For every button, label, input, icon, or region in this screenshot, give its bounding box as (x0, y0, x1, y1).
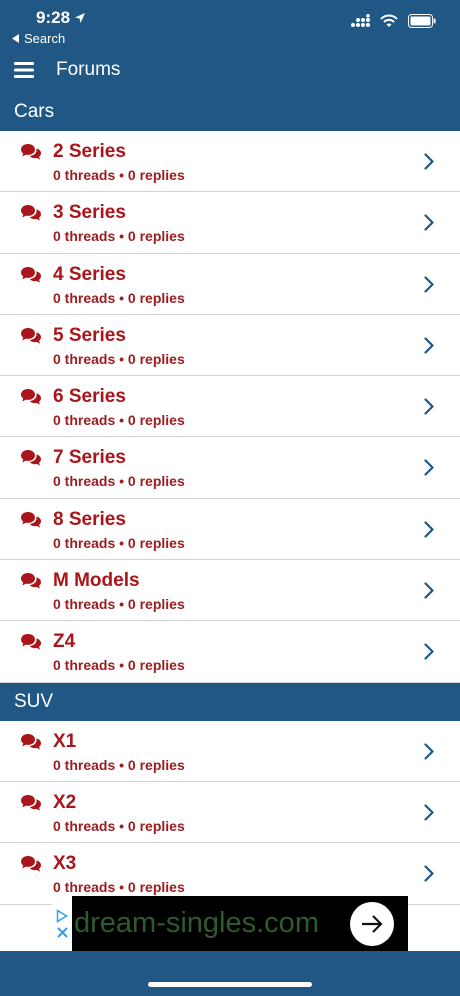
chevron-right-icon (424, 743, 434, 760)
top-bar: 9:28 Search Forums (0, 0, 460, 92)
status-time: 9:28 (36, 8, 86, 28)
section-header-cars: Cars (0, 92, 460, 131)
forum-row[interactable]: 4 Series 0 threads • 0 replies (0, 253, 460, 315)
forum-title: X3 (53, 853, 77, 875)
forum-row[interactable]: 8 Series 0 threads • 0 replies (0, 498, 460, 561)
cars-forum-list: 2 Series 0 threads • 0 replies 3 Series 0 t… (0, 131, 460, 683)
time-text: 9:28 (36, 8, 71, 27)
arrow-right-icon (362, 914, 383, 933)
chevron-right-icon (424, 865, 434, 882)
bottom-bar (0, 951, 460, 996)
chevron-right-icon (424, 459, 434, 477)
status-icons (350, 14, 436, 28)
ad-banner[interactable]: dream-singles.com (52, 896, 408, 951)
forum-stats: 0 threads • 0 replies (53, 657, 185, 674)
forum-row[interactable]: 2 Series 0 threads • 0 replies (0, 131, 460, 193)
back-label: Search (24, 31, 66, 46)
battery-icon (408, 14, 436, 28)
chat-bubbles-icon (21, 573, 41, 589)
chevron-right-icon (424, 398, 434, 415)
nav-bar: Forums (0, 48, 460, 92)
hamburger-menu-icon[interactable] (14, 62, 34, 78)
ad-text[interactable]: dream-singles.com (74, 907, 350, 940)
status-bar: 9:28 Search (0, 0, 460, 48)
back-to-search[interactable]: Search (12, 31, 65, 46)
section-header-suv: SUV (0, 682, 460, 721)
forum-title: 7 Series (53, 447, 126, 469)
forum-row[interactable]: X1 0 threads • 0 replies (0, 720, 460, 782)
forum-row[interactable]: 7 Series 0 threads • 0 replies (0, 437, 460, 499)
chat-bubbles-icon (21, 733, 41, 750)
chevron-right-icon (424, 275, 434, 293)
wifi-icon (380, 14, 398, 27)
forum-stats: 0 threads • 0 replies (53, 350, 185, 367)
chevron-right-icon (424, 153, 434, 170)
forum-stats: 0 threads • 0 replies (53, 289, 185, 306)
forum-title: Z4 (53, 631, 76, 653)
forum-stats: 0 threads • 0 replies (53, 473, 185, 490)
forum-stats: 0 threads • 0 replies (53, 167, 185, 183)
ad-arrow-button[interactable] (350, 901, 394, 946)
forum-stats: 0 threads • 0 replies (53, 596, 185, 613)
forum-row[interactable]: X2 0 threads • 0 replies (0, 781, 460, 844)
chat-bubbles-icon (21, 144, 41, 160)
location-arrow-icon (75, 13, 86, 23)
page-title: Forums (56, 59, 121, 80)
forum-title: 3 Series (53, 202, 126, 224)
ad-close-icon[interactable] (56, 927, 68, 938)
suv-forum-list: X1 0 threads • 0 replies X2 0 threads • 0 r… (0, 720, 460, 905)
forum-title: 4 Series (53, 263, 126, 285)
chevron-right-icon (424, 582, 434, 599)
forum-row[interactable]: 6 Series 0 threads • 0 replies (0, 376, 460, 438)
forum-row[interactable]: Z4 0 threads • 0 replies (0, 621, 460, 683)
chat-bubbles-icon (21, 389, 41, 405)
chevron-right-icon (424, 337, 434, 354)
forum-title: M Models (53, 570, 140, 592)
chat-bubbles-icon (21, 794, 41, 811)
forum-row[interactable]: 5 Series 0 threads • 0 replies (0, 314, 460, 377)
chat-bubbles-icon (21, 266, 41, 283)
forum-stats: 0 threads • 0 replies (53, 817, 185, 834)
chat-bubbles-icon (21, 511, 41, 528)
forum-stats: 0 threads • 0 replies (53, 756, 185, 773)
adchoices-play-icon[interactable] (56, 909, 68, 923)
home-indicator[interactable] (148, 982, 312, 987)
forum-title: 5 Series (53, 324, 126, 346)
forum-title: X1 (53, 730, 77, 752)
chat-bubbles-icon (21, 450, 41, 467)
forum-title: 2 Series (53, 141, 126, 162)
forum-title: 8 Series (53, 508, 126, 530)
chevron-right-icon (424, 214, 434, 231)
forum-row[interactable]: M Models 0 threads • 0 replies (0, 560, 460, 622)
forum-title: X2 (53, 791, 77, 813)
forum-row[interactable]: 3 Series 0 threads • 0 replies (0, 192, 460, 254)
forum-stats: 0 threads • 0 replies (53, 228, 185, 245)
forum-stats: 0 threads • 0 replies (53, 879, 185, 896)
chevron-right-icon (424, 521, 434, 538)
chat-bubbles-icon (21, 327, 41, 344)
chat-bubbles-icon (21, 205, 41, 221)
forum-stats: 0 threads • 0 replies (53, 412, 185, 429)
forum-stats: 0 threads • 0 replies (53, 534, 185, 551)
ad-choices[interactable] (52, 896, 72, 951)
chevron-right-icon (424, 804, 434, 821)
chat-bubbles-icon (21, 856, 41, 872)
cellular-signal-icon (351, 14, 370, 27)
chat-bubbles-icon (21, 634, 41, 650)
chevron-right-icon (424, 643, 434, 660)
back-triangle-icon (12, 34, 19, 43)
forum-title: 6 Series (53, 386, 126, 408)
